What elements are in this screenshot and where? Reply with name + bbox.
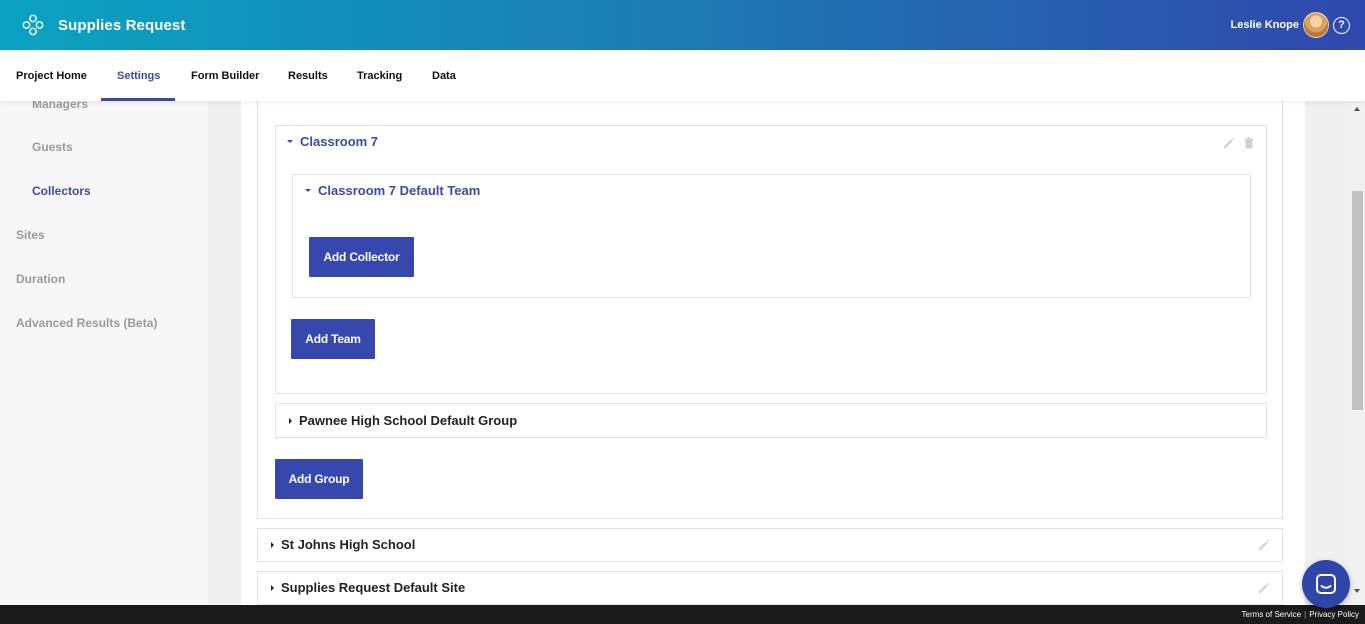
chat-launcher-button[interactable]: [1302, 560, 1350, 608]
caret-down-icon: [287, 140, 293, 143]
main-content: Classroom 7 Classroom 7 Default Team Add…: [208, 101, 1350, 605]
tab-project-home[interactable]: Project Home: [16, 50, 87, 101]
help-icon[interactable]: ?: [1333, 16, 1350, 34]
tab-data[interactable]: Data: [432, 50, 456, 101]
user-menu[interactable]: Leslie Knope ?: [1231, 0, 1350, 50]
group-title: Classroom 7: [300, 134, 379, 149]
add-team-button[interactable]: Add Team: [291, 319, 375, 359]
edit-pencil-icon[interactable]: [1257, 538, 1271, 552]
scroll-down-arrow-icon[interactable]: [1354, 589, 1360, 593]
settings-sidebar: Managers Guests Collectors Sites Duratio…: [0, 97, 208, 605]
tab-results[interactable]: Results: [288, 50, 328, 101]
site-row-default-site[interactable]: Supplies Request Default Site: [257, 571, 1283, 605]
app-header: Supplies Request Leslie Knope ?: [0, 0, 1365, 50]
page-footer: Terms of Service | Privacy Policy: [0, 605, 1365, 624]
privacy-policy-link[interactable]: Privacy Policy: [1309, 610, 1359, 619]
sidebar-item-advanced-results[interactable]: Advanced Results (Beta): [16, 316, 157, 330]
main-nav: Project Home Settings Form Builder Resul…: [0, 50, 1365, 101]
add-collector-button[interactable]: Add Collector: [309, 237, 414, 277]
group-title: Pawnee High School Default Group: [299, 413, 518, 428]
scrollbar-thumb[interactable]: [1352, 191, 1363, 410]
caret-right-icon: [289, 417, 292, 424]
site-title: Supplies Request Default Site: [281, 580, 466, 595]
team-header[interactable]: Classroom 7 Default Team: [305, 183, 480, 198]
tab-tracking[interactable]: Tracking: [357, 50, 402, 101]
team-title: Classroom 7 Default Team: [318, 183, 481, 198]
group-card-pawnee[interactable]: Pawnee High School Default Group: [275, 403, 1267, 438]
site-header[interactable]: Supplies Request Default Site: [271, 580, 465, 595]
scroll-up-arrow-icon[interactable]: [1354, 107, 1360, 111]
user-avatar[interactable]: [1303, 12, 1329, 38]
vertical-scrollbar[interactable]: [1350, 101, 1365, 605]
site-title: St Johns High School: [281, 537, 416, 552]
group-card-classroom-7: Classroom 7 Classroom 7 Default Team Add…: [275, 125, 1267, 394]
add-group-button[interactable]: Add Group: [275, 459, 363, 499]
sidebar-item-sites[interactable]: Sites: [16, 228, 45, 242]
tab-form-builder[interactable]: Form Builder: [191, 50, 259, 101]
caret-right-icon: [271, 584, 274, 591]
sidebar-item-guests[interactable]: Guests: [32, 140, 73, 154]
trash-icon[interactable]: [1242, 136, 1256, 150]
chat-icon: [1316, 574, 1336, 594]
app-logo-icon[interactable]: [22, 14, 44, 36]
sidebar-item-collectors[interactable]: Collectors: [32, 184, 91, 198]
footer-separator: |: [1304, 610, 1307, 619]
caret-down-icon: [305, 189, 311, 192]
group-header-classroom-7[interactable]: Classroom 7: [287, 134, 378, 149]
site-header[interactable]: St Johns High School: [271, 537, 415, 552]
caret-right-icon: [271, 541, 274, 548]
user-name[interactable]: Leslie Knope: [1231, 19, 1299, 31]
site-row-st-johns[interactable]: St Johns High School: [257, 528, 1283, 562]
app-title[interactable]: Supplies Request: [58, 17, 185, 34]
tab-settings[interactable]: Settings: [117, 50, 160, 101]
group-header-pawnee[interactable]: Pawnee High School Default Group: [289, 413, 517, 428]
footer-links: Terms of Service | Privacy Policy: [1242, 605, 1359, 624]
edit-pencil-icon[interactable]: [1222, 136, 1236, 150]
sidebar-item-duration[interactable]: Duration: [16, 272, 65, 286]
terms-of-service-link[interactable]: Terms of Service: [1242, 610, 1302, 619]
active-tab-indicator: [101, 98, 175, 101]
team-card: Classroom 7 Default Team Add Collector: [292, 174, 1251, 298]
site-card: Classroom 7 Classroom 7 Default Team Add…: [257, 101, 1283, 519]
edit-pencil-icon[interactable]: [1257, 581, 1271, 595]
